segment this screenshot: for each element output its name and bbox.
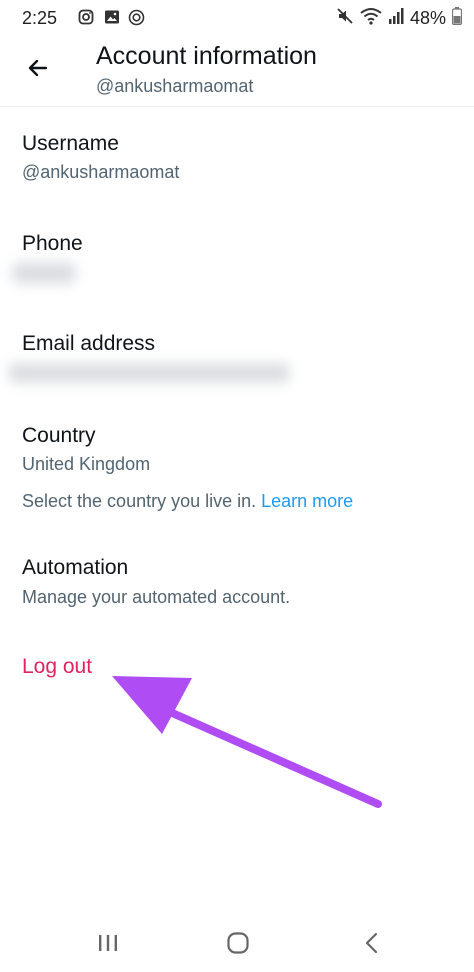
page-subtitle: @ankusharmaomat (96, 76, 254, 96)
recent-apps-icon (99, 935, 117, 951)
email-row[interactable]: Email address (0, 320, 474, 400)
gallery-icon (104, 9, 120, 30)
mute-icon (336, 7, 354, 30)
country-row[interactable]: Country United Kingdom (0, 412, 474, 482)
page-title: Account information (96, 42, 317, 70)
status-bar: 2:25 48% (0, 0, 474, 34)
system-nav-bar (0, 912, 474, 972)
header-divider (0, 106, 474, 107)
status-time: 2:25 (22, 8, 58, 28)
email-label: Email address (22, 332, 156, 355)
home-icon (227, 932, 249, 954)
automation-value: Manage your automated account. (22, 587, 291, 607)
username-label: Username (22, 132, 119, 155)
status-right-group: 48% (336, 6, 463, 30)
country-value: United Kingdom (22, 454, 151, 474)
wifi-icon (360, 7, 382, 30)
battery-percent: 48% (409, 7, 446, 28)
country-help-text: Select the country you live in. Learn mo… (22, 491, 353, 512)
automation-row[interactable]: Automation Manage your automated account… (0, 544, 474, 624)
app-header: Account information @ankusharmaomat (0, 34, 474, 106)
automation-label: Automation (22, 556, 129, 579)
username-value: @ankusharmaomat (22, 162, 180, 182)
system-back-button[interactable] (352, 928, 392, 958)
logout-button[interactable]: Log out (22, 655, 92, 679)
email-value-redacted (8, 363, 290, 383)
sync-icon (128, 9, 145, 31)
arrow-left-icon (28, 59, 48, 77)
country-help-label: Select the country you live in. (22, 491, 257, 511)
phone-label: Phone (22, 232, 83, 255)
phone-row[interactable]: Phone (0, 220, 474, 300)
instagram-icon (78, 9, 94, 30)
country-label: Country (22, 424, 96, 447)
recent-apps-button[interactable] (88, 928, 128, 958)
signal-icon (388, 7, 404, 30)
username-row[interactable]: Username @ankusharmaomat (0, 120, 474, 200)
back-button[interactable] (20, 50, 56, 86)
battery-icon (451, 6, 463, 30)
phone-value-redacted (12, 262, 76, 284)
learn-more-link[interactable]: Learn more (261, 491, 353, 511)
back-icon (365, 932, 378, 954)
home-button[interactable] (218, 928, 258, 958)
